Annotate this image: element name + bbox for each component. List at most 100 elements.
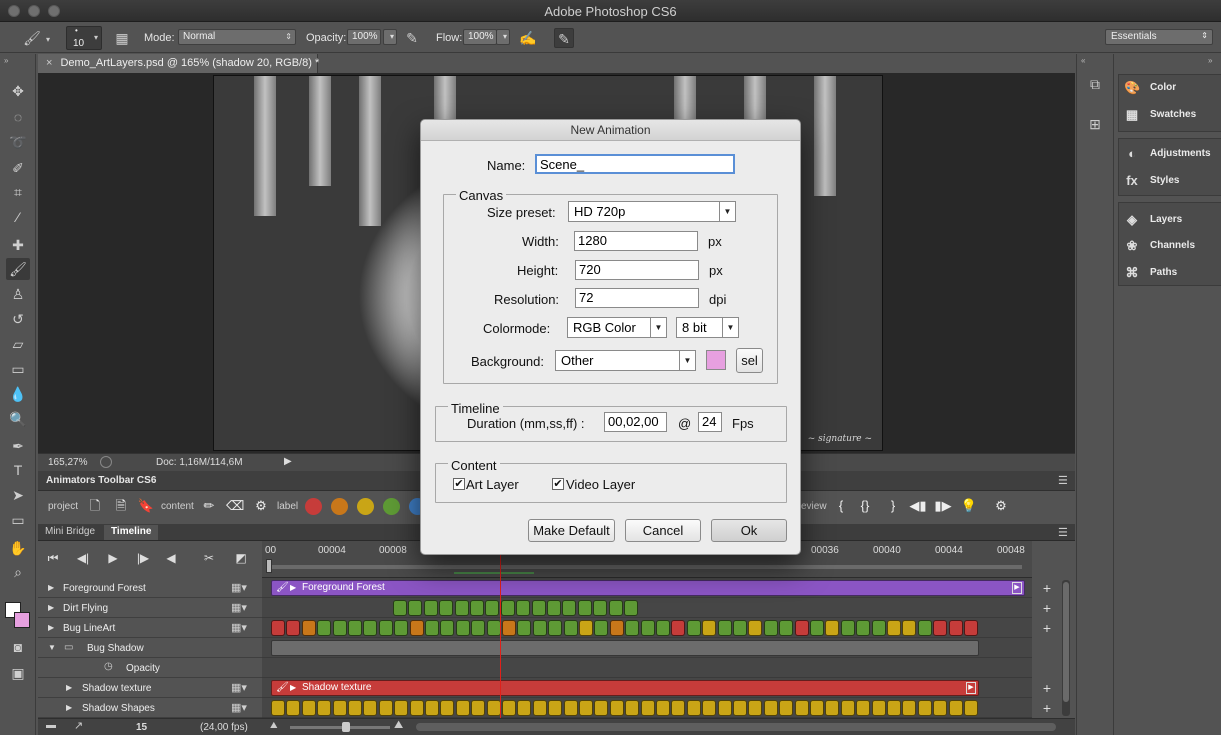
next-frame-icon[interactable]: |▶	[132, 551, 154, 565]
tool-preset-chevron-icon[interactable]: ▾	[46, 35, 50, 44]
frame-cell[interactable]	[871, 620, 886, 636]
frame-cell[interactable]	[440, 700, 455, 716]
panel-paths[interactable]: ⌘ Paths	[1124, 263, 1220, 283]
frame-cell[interactable]	[625, 620, 640, 636]
tab-timeline[interactable]: Timeline	[104, 525, 159, 540]
frame-cell[interactable]	[964, 700, 978, 716]
frame-cell[interactable]	[810, 700, 824, 716]
name-input[interactable]: Scene_	[535, 154, 735, 174]
frame-cell[interactable]	[271, 620, 285, 636]
add-media-button[interactable]: +	[1040, 700, 1054, 716]
frame-cell[interactable]	[948, 620, 963, 636]
layer-row-bug-lineart[interactable]: ▶ Bug LineArt ▦▾	[38, 618, 262, 638]
quick-mask-icon[interactable]: ◙	[6, 636, 30, 658]
opacity-dropdown-button[interactable]: ▾	[383, 29, 397, 45]
frame-cell[interactable]	[579, 620, 593, 636]
frame-cell[interactable]	[871, 700, 886, 716]
quick-selection-tool-icon[interactable]: ✐	[6, 157, 30, 179]
frame-cell[interactable]	[485, 600, 500, 616]
prev-frame-icon[interactable]: ◀▮	[909, 496, 927, 516]
frame-cell[interactable]	[933, 620, 948, 636]
frame-cell[interactable]	[516, 600, 531, 616]
label-green-button[interactable]	[383, 498, 400, 515]
frame-cell[interactable]	[348, 620, 362, 636]
frame-cell[interactable]	[902, 700, 917, 716]
work-area-bar[interactable]	[272, 565, 1022, 569]
render-video-icon[interactable]: ▬	[46, 720, 56, 731]
brush-tool-icon[interactable]: 🖌	[22, 28, 42, 48]
frame-cell[interactable]	[471, 700, 486, 716]
background-color-swatch[interactable]	[14, 612, 30, 628]
film-reel-icon[interactable]: ⚙	[252, 496, 270, 516]
expand-icon[interactable]: ▶	[290, 581, 296, 595]
frame-cell[interactable]	[640, 620, 655, 636]
frame-cell[interactable]	[363, 700, 378, 716]
collapse-icon[interactable]: ▼	[48, 643, 56, 652]
status-menu-arrow-icon[interactable]: ▶	[284, 456, 292, 467]
frame-cell[interactable]	[471, 620, 486, 636]
film-icon[interactable]: ▦▾	[231, 681, 247, 694]
film-icon[interactable]: ▦▾	[231, 601, 247, 614]
collapse-panel-icon[interactable]: »	[4, 56, 8, 65]
fps-input[interactable]: 24	[698, 412, 722, 432]
frame-cell[interactable]	[486, 620, 501, 636]
frame-cell[interactable]	[702, 700, 717, 716]
frame-cell[interactable]	[393, 600, 407, 616]
frame-cell[interactable]	[408, 600, 423, 616]
history-panel-icon[interactable]: ⧉	[1085, 76, 1105, 96]
render-arrow-icon[interactable]: ↗	[74, 719, 83, 732]
add-media-button[interactable]: +	[1040, 620, 1054, 636]
opacity-input[interactable]: 100%	[347, 29, 381, 45]
split-scissors-icon[interactable]: ✂	[198, 551, 220, 565]
clip-end-handle[interactable]: ▶	[966, 682, 976, 694]
frame-cell[interactable]	[517, 700, 532, 716]
dodge-tool-icon[interactable]: 🔍	[6, 408, 30, 430]
frame-cell[interactable]	[562, 600, 577, 616]
eyedropper-tool-icon[interactable]: ⁄	[6, 206, 30, 228]
frame-cell[interactable]	[933, 700, 948, 716]
brace-both-icon[interactable]: {}	[856, 496, 874, 516]
panel-styles[interactable]: fx Styles	[1124, 171, 1220, 191]
pen-tool-icon[interactable]: ✒	[6, 435, 30, 457]
frame-cell[interactable]	[502, 700, 516, 716]
go-to-first-frame-icon[interactable]: ⏮	[42, 551, 64, 566]
brush-panel-toggle-icon[interactable]: ▦	[112, 28, 132, 48]
expand-icon[interactable]: ▶	[48, 583, 54, 592]
frame-cell[interactable]	[500, 600, 515, 616]
frame-cell[interactable]	[840, 620, 855, 636]
zoom-level[interactable]: 165,27%	[48, 457, 87, 468]
expand-icon[interactable]: ▶	[290, 681, 296, 695]
frame-cell[interactable]	[317, 620, 332, 636]
frame-cell[interactable]	[378, 620, 393, 636]
duration-input[interactable]: 00,02,00	[604, 412, 667, 432]
background-color-swatch[interactable]	[706, 350, 726, 370]
frame-cell[interactable]	[332, 700, 347, 716]
frame-cell[interactable]	[625, 700, 640, 716]
eraser-icon[interactable]: ⌫	[226, 496, 244, 516]
frame-cell[interactable]	[577, 600, 592, 616]
label-orange-button[interactable]	[331, 498, 348, 515]
frame-cell[interactable]	[794, 620, 809, 636]
frame-cell[interactable]	[425, 620, 439, 636]
next-frame-icon[interactable]: ▮▶	[934, 496, 952, 516]
zoom-slider[interactable]	[290, 722, 390, 732]
frame-cell[interactable]	[640, 700, 655, 716]
panel-layers[interactable]: ◈ Layers	[1124, 210, 1220, 230]
width-input[interactable]: 1280	[574, 231, 698, 251]
layer-group-bug-shadow[interactable]: ▼ ▭ Bug Shadow	[38, 638, 262, 658]
frame-cell[interactable]	[563, 620, 578, 636]
clip-end-handle[interactable]: ▶	[1012, 582, 1022, 594]
frame-cell[interactable]	[856, 700, 871, 716]
frame-cell[interactable]	[409, 620, 424, 636]
status-options-icon[interactable]	[100, 456, 112, 468]
timeline-horizontal-scrollbar[interactable]	[416, 723, 1056, 731]
frame-cell[interactable]	[440, 620, 455, 636]
mode-select[interactable]: Normal ⇕	[178, 29, 296, 45]
brace-left-icon[interactable]: {	[832, 496, 850, 516]
frame-cell[interactable]	[594, 620, 609, 636]
frame-cell[interactable]	[671, 700, 686, 716]
layer-row-shadow-texture[interactable]: ▶ Shadow texture ▦▾	[38, 678, 262, 698]
frame-cell[interactable]	[686, 620, 701, 636]
frame-cell[interactable]	[532, 700, 547, 716]
add-media-button[interactable]: +	[1040, 680, 1054, 696]
